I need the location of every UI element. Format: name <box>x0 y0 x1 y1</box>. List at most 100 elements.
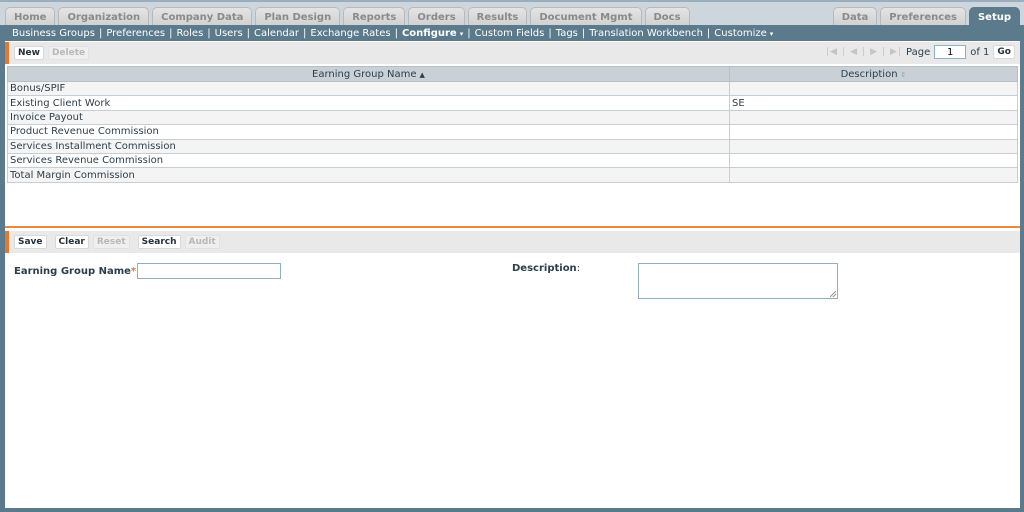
clear-button[interactable]: Clear <box>54 235 89 249</box>
subnav-separator: | <box>207 27 211 39</box>
cell-name: Existing Client Work <box>7 95 730 111</box>
subnav-custom-fields[interactable]: Custom Fields <box>475 28 545 39</box>
subnav-roles[interactable]: Roles <box>177 28 204 39</box>
table-row[interactable]: Existing Client Work SE <box>7 95 1018 111</box>
cell-name: Invoice Payout <box>7 109 730 126</box>
subnav-preferences[interactable]: Preferences <box>106 28 165 39</box>
tab-home[interactable]: Home <box>5 7 56 27</box>
earning-group-name-label: Earning Group Name*: <box>14 266 140 277</box>
column-header-label: Earning Group Name <box>312 68 417 80</box>
cell-name: Services Installment Commission <box>7 138 730 154</box>
reset-button[interactable]: Reset <box>92 235 130 249</box>
subnav-separator: | <box>303 27 307 39</box>
top-navigation: Home Organization Company Data Plan Desi… <box>0 0 1024 27</box>
subnav-configure[interactable]: Configure ▾ <box>402 28 463 39</box>
cell-description <box>729 152 1018 169</box>
table-row[interactable]: Product Revenue Commission <box>7 124 1018 140</box>
description-textarea[interactable] <box>638 263 838 299</box>
last-page-icon[interactable]: ▶| <box>890 47 902 57</box>
new-button[interactable]: New <box>14 46 44 60</box>
chevron-down-icon: ▾ <box>769 29 774 38</box>
pager: |◀ | ◀ | ▶ | ▶| Page of 1 Go <box>826 45 1015 59</box>
cell-description <box>729 138 1018 154</box>
sort-ascending-icon: ▲ <box>419 70 425 79</box>
subnav-customize-label: Customize <box>714 27 767 39</box>
subnav-tags[interactable]: Tags <box>556 28 578 39</box>
table-row[interactable]: Services Revenue Commission <box>7 152 1018 169</box>
subnav-separator: | <box>169 27 173 39</box>
utility-tabs: Data Preferences Setup <box>832 7 1020 27</box>
cell-name: Product Revenue Commission <box>7 124 730 140</box>
subnav-separator: | <box>581 27 586 39</box>
tab-setup[interactable]: Setup <box>968 7 1020 27</box>
earning-group-name-label-text: Earning Group Name <box>14 266 131 277</box>
cell-description: SE <box>729 95 1018 111</box>
page-number-input[interactable] <box>934 45 967 59</box>
tab-reports[interactable]: Reports <box>343 7 406 27</box>
cell-description <box>729 80 1018 97</box>
label-colon: : <box>576 263 581 274</box>
tab-docs[interactable]: Docs <box>644 7 690 27</box>
cell-description <box>729 109 1018 126</box>
tab-results[interactable]: Results <box>467 7 528 27</box>
table-row[interactable]: Total Margin Commission <box>7 167 1018 183</box>
subnav-separator: | <box>98 27 103 39</box>
pager-separator: | <box>882 47 887 57</box>
subnav-business-groups[interactable]: Business Groups <box>12 28 95 39</box>
subnav-exchange-rates[interactable]: Exchange Rates <box>310 28 390 39</box>
setup-subnav: Business Groups | Preferences | Roles | … <box>0 25 1024 41</box>
subnav-separator: | <box>394 27 398 39</box>
form-toolbar: Save Clear Reset Search Audit <box>5 231 1020 253</box>
column-header-label: Description <box>840 68 898 80</box>
tab-company-data[interactable]: Company Data <box>152 7 253 27</box>
column-header-description[interactable]: Description ⇕ <box>729 66 1018 82</box>
go-button[interactable]: Go <box>993 45 1015 59</box>
column-header-earning-group-name[interactable]: Earning Group Name ▲ <box>7 66 730 82</box>
subnav-separator: | <box>467 27 471 39</box>
cell-name: Total Margin Commission <box>7 167 730 183</box>
save-button[interactable]: Save <box>14 235 47 249</box>
prev-page-icon[interactable]: ◀ <box>850 47 858 57</box>
subnav-separator: | <box>706 27 711 39</box>
table-row[interactable]: Bonus/SPIF <box>7 80 1018 97</box>
cell-description <box>729 124 1018 140</box>
search-button[interactable]: Search <box>137 235 181 249</box>
main-panel: New Delete |◀ | ◀ | ▶ | ▶| Page of 1 Go … <box>5 41 1020 508</box>
subnav-translation-workbench[interactable]: Translation Workbench <box>589 28 703 39</box>
tab-plan-design[interactable]: Plan Design <box>255 7 341 27</box>
main-tabs: Home Organization Company Data Plan Desi… <box>5 7 690 27</box>
cell-name: Bonus/SPIF <box>7 80 730 97</box>
table-row[interactable]: Services Installment Commission <box>7 138 1018 154</box>
pager-separator: | <box>862 47 867 57</box>
tab-document-mgmt[interactable]: Document Mgmt <box>530 7 642 27</box>
cell-description <box>729 167 1018 183</box>
subnav-calendar[interactable]: Calendar <box>254 28 299 39</box>
earning-groups-table: Earning Group Name ▲ Description ⇕ Bonus/S… <box>7 66 1018 183</box>
tab-preferences[interactable]: Preferences <box>880 7 966 27</box>
subnav-configure-label: Configure <box>401 27 457 39</box>
list-toolbar: New Delete |◀ | ◀ | ▶ | ▶| Page of 1 Go <box>5 42 1020 64</box>
description-label-text: Description <box>512 263 577 274</box>
tab-orders[interactable]: Orders <box>408 7 465 27</box>
pager-separator: | <box>842 47 847 57</box>
section-divider[interactable] <box>5 226 1020 228</box>
subnav-separator: | <box>246 27 251 39</box>
subnav-customize[interactable]: Customize ▾ <box>714 28 773 39</box>
table-row[interactable]: Invoice Payout <box>7 109 1018 126</box>
resize-handle-icon[interactable] <box>830 291 836 297</box>
page-count: of 1 <box>970 46 990 58</box>
table-header-row: Earning Group Name ▲ Description ⇕ <box>7 66 1018 82</box>
page-label: Page <box>906 46 931 58</box>
audit-button[interactable]: Audit <box>184 235 220 249</box>
next-page-icon[interactable]: ▶ <box>870 47 878 57</box>
earning-group-name-input[interactable] <box>137 263 281 279</box>
delete-button[interactable]: Delete <box>47 46 90 60</box>
tab-data[interactable]: Data <box>832 7 878 27</box>
subnav-users[interactable]: Users <box>215 28 243 39</box>
first-page-icon[interactable]: |◀ <box>826 47 838 57</box>
subnav-separator: | <box>548 27 552 39</box>
tab-organization[interactable]: Organization <box>58 7 150 27</box>
sort-unsorted-icon: ⇕ <box>900 70 907 79</box>
description-label: Description: <box>512 263 580 274</box>
cell-name: Services Revenue Commission <box>7 152 730 169</box>
